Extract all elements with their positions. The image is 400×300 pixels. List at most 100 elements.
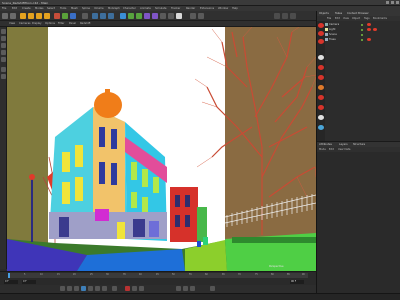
tab-structure[interactable]: Structure <box>353 143 365 146</box>
list-item[interactable]: Light <box>325 28 399 32</box>
maximize-button[interactable] <box>391 1 394 4</box>
render-view-icon[interactable] <box>92 13 98 19</box>
rotation-key-icon[interactable] <box>190 286 195 291</box>
viewport-menu-filter[interactable]: Filter <box>58 22 64 25</box>
record-icon[interactable] <box>125 286 130 291</box>
current-frame-field[interactable]: 0 F <box>22 280 36 284</box>
spline-pen-icon[interactable] <box>128 13 134 19</box>
loop-icon[interactable] <box>112 286 117 291</box>
list-item[interactable]: Camera <box>325 23 399 27</box>
timeline-playhead[interactable] <box>8 273 10 278</box>
camera-icon[interactable] <box>168 13 174 19</box>
subdivision-icon[interactable] <box>136 13 142 19</box>
om-menu-view[interactable]: View <box>343 17 349 20</box>
deformer-icon[interactable] <box>152 13 158 19</box>
tab-objects[interactable]: Objects <box>319 12 329 15</box>
previous-frame-icon[interactable] <box>74 286 79 291</box>
previous-key-icon[interactable] <box>67 286 72 291</box>
scale-key-icon[interactable] <box>183 286 188 291</box>
menu-spline[interactable]: Spline <box>82 7 90 10</box>
om-menu-tags[interactable]: Tags <box>364 17 370 20</box>
y-axis-icon[interactable] <box>62 13 68 19</box>
timeline-ruler[interactable]: 0 5 10 15 20 25 30 35 40 45 50 55 60 65 … <box>8 273 308 278</box>
polygons-mode-icon[interactable] <box>1 57 6 62</box>
close-button[interactable] <box>396 1 399 4</box>
snap-icon[interactable] <box>190 13 196 19</box>
position-key-icon[interactable] <box>176 286 181 291</box>
autokey-icon[interactable] <box>132 286 137 291</box>
am-menu-edit[interactable]: Edit <box>329 148 334 151</box>
visibility-dot[interactable] <box>361 39 363 41</box>
solo-mode-icon[interactable] <box>1 74 6 79</box>
live-select-icon[interactable] <box>20 13 26 19</box>
viewport-menu-cameras[interactable]: Cameras <box>19 22 31 25</box>
menu-tracker[interactable]: Tracker <box>171 7 180 10</box>
redo-icon[interactable] <box>10 13 16 19</box>
tab-layers[interactable]: Layers <box>339 143 348 146</box>
z-axis-icon[interactable] <box>70 13 76 19</box>
next-key-icon[interactable] <box>95 286 100 291</box>
menu-window[interactable]: Window <box>218 7 228 10</box>
menu-edit[interactable]: Edit <box>12 7 17 10</box>
render-tag-icon[interactable] <box>367 38 371 41</box>
floor-icon[interactable] <box>160 13 166 19</box>
start-frame-field[interactable]: 0 F <box>4 280 18 284</box>
menu-volume[interactable]: Volume <box>94 7 104 10</box>
viewport-menu-panel[interactable]: Panel <box>69 22 76 25</box>
viewport-menu-redshift[interactable]: Redshift <box>80 22 91 25</box>
go-to-end-icon[interactable] <box>102 286 107 291</box>
points-mode-icon[interactable] <box>1 43 6 48</box>
fullscreen-icon[interactable] <box>290 13 296 19</box>
play-icon[interactable] <box>81 286 86 291</box>
om-menu-file[interactable]: File <box>327 17 331 20</box>
menu-select[interactable]: Select <box>47 7 55 10</box>
om-menu-object[interactable]: Object <box>352 17 360 20</box>
menu-file[interactable]: File <box>2 7 6 10</box>
am-menu-user-data[interactable]: User Data <box>338 148 350 151</box>
cloner-icon[interactable] <box>144 13 150 19</box>
tab-takes[interactable]: Takes <box>335 12 342 15</box>
render-tag-icon[interactable] <box>373 28 377 31</box>
texture-mode-icon[interactable] <box>1 36 6 41</box>
layout-icon[interactable] <box>274 13 280 19</box>
scale-icon[interactable] <box>36 13 42 19</box>
coordinate-system-icon[interactable] <box>82 13 88 19</box>
end-frame-field[interactable]: 90 F <box>290 280 304 284</box>
menu-render[interactable]: Render <box>186 7 195 10</box>
list-item[interactable]: Scene <box>325 33 399 37</box>
viewport-menu-view[interactable]: View <box>9 22 15 25</box>
om-menu-edit[interactable]: Edit <box>335 17 340 20</box>
render-tag-icon[interactable] <box>367 23 371 26</box>
cube-icon[interactable] <box>120 13 126 19</box>
menu-animate[interactable]: Animate <box>140 7 151 10</box>
menu-create[interactable]: Create <box>22 7 31 10</box>
model-mode-icon[interactable] <box>1 29 6 34</box>
rotate-icon[interactable] <box>44 13 50 19</box>
viewport-menu-options[interactable]: Options <box>45 22 55 25</box>
move-icon[interactable] <box>28 13 34 19</box>
viewport-menu-display[interactable]: Display <box>32 22 42 25</box>
workplane-icon[interactable] <box>198 13 204 19</box>
render-tag-icon[interactable] <box>367 28 371 31</box>
menu-simulate[interactable]: Simulate <box>155 7 166 10</box>
om-menu-bookmarks[interactable]: Bookmarks <box>373 17 387 20</box>
light-icon[interactable] <box>176 13 182 19</box>
menu-extensions[interactable]: Extensions <box>200 7 214 10</box>
timeline-window-icon[interactable] <box>210 286 215 291</box>
list-item[interactable]: Trees <box>325 38 399 42</box>
viewport-layout-icon[interactable] <box>282 13 288 19</box>
menu-tools[interactable]: Tools <box>60 7 66 10</box>
visibility-dot[interactable] <box>361 24 363 26</box>
am-menu-mode[interactable]: Mode <box>319 148 326 151</box>
tab-content-browser[interactable]: Content Browser <box>347 12 369 15</box>
menu-mesh[interactable]: Mesh <box>71 7 78 10</box>
menu-mograph[interactable]: MoGraph <box>108 7 120 10</box>
go-to-start-icon[interactable] <box>60 286 65 291</box>
axis-mode-icon[interactable] <box>1 67 6 72</box>
viewport-3d[interactable]: Perspective <box>7 27 316 271</box>
visibility-dot[interactable] <box>361 34 363 36</box>
keyframe-selection-icon[interactable] <box>139 286 144 291</box>
minimize-button[interactable] <box>386 1 389 4</box>
menu-help[interactable]: Help <box>232 7 238 10</box>
menu-character[interactable]: Character <box>123 7 136 10</box>
